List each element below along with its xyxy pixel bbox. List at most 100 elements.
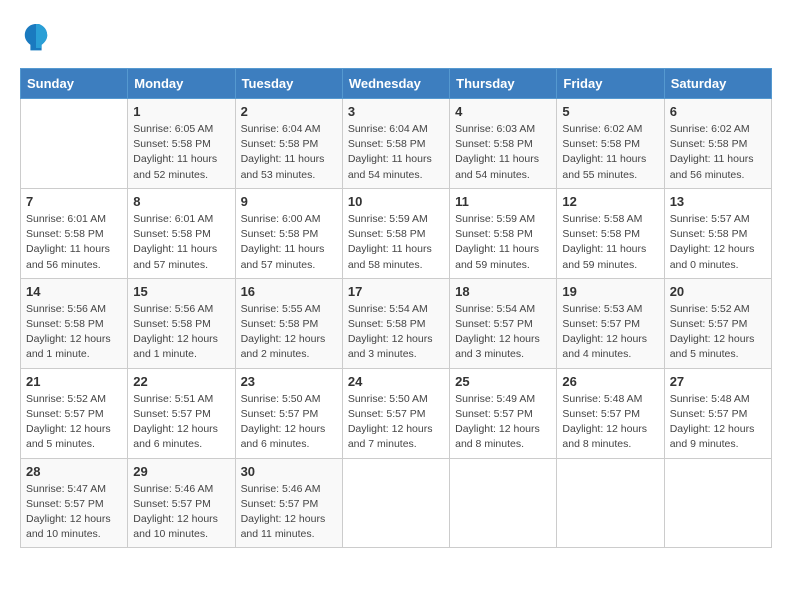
- day-info: Sunrise: 5:50 AM Sunset: 5:57 PM Dayligh…: [348, 392, 444, 453]
- day-number: 7: [26, 194, 122, 209]
- day-info: Sunrise: 6:04 AM Sunset: 5:58 PM Dayligh…: [348, 122, 444, 183]
- calendar-cell: 29 Sunrise: 5:46 AM Sunset: 5:57 PM Dayli…: [128, 458, 235, 548]
- calendar-cell: 13 Sunrise: 5:57 AM Sunset: 5:58 PM Dayli…: [664, 188, 771, 278]
- day-number: 3: [348, 104, 444, 119]
- calendar-cell: 2Sunrise: 6:04 AM Sunset: 5:58 PM Daylig…: [235, 99, 342, 189]
- calendar-week-row: 14 Sunrise: 5:56 AM Sunset: 5:58 PM Dayli…: [21, 278, 772, 368]
- day-info: Sunrise: 6:00 AM Sunset: 5:58 PM Dayligh…: [241, 212, 337, 273]
- weekday-header-monday: Monday: [128, 69, 235, 99]
- day-info: Sunrise: 5:52 AM Sunset: 5:57 PM Dayligh…: [670, 302, 766, 363]
- day-info: Sunrise: 5:54 AM Sunset: 5:58 PM Dayligh…: [348, 302, 444, 363]
- calendar-cell: 7 Sunrise: 6:01 AM Sunset: 5:58 PM Daylig…: [21, 188, 128, 278]
- day-number: 27: [670, 374, 766, 389]
- calendar-cell: 20Sunrise: 5:52 AM Sunset: 5:57 PM Dayli…: [664, 278, 771, 368]
- day-info: Sunrise: 5:47 AM Sunset: 5:57 PM Dayligh…: [26, 482, 122, 543]
- logo: [20, 20, 56, 52]
- day-info: Sunrise: 5:50 AM Sunset: 5:57 PM Dayligh…: [241, 392, 337, 453]
- weekday-header-thursday: Thursday: [450, 69, 557, 99]
- weekday-header-friday: Friday: [557, 69, 664, 99]
- day-info: Sunrise: 6:03 AM Sunset: 5:58 PM Dayligh…: [455, 122, 551, 183]
- calendar-cell: 1 Sunrise: 6:05 AM Sunset: 5:58 PM Daylig…: [128, 99, 235, 189]
- calendar-cell: [21, 99, 128, 189]
- calendar-cell: 25 Sunrise: 5:49 AM Sunset: 5:57 PM Dayli…: [450, 368, 557, 458]
- calendar-cell: 30Sunrise: 5:46 AM Sunset: 5:57 PM Dayli…: [235, 458, 342, 548]
- day-info: Sunrise: 5:46 AM Sunset: 5:57 PM Dayligh…: [133, 482, 229, 543]
- calendar-cell: 22 Sunrise: 5:51 AM Sunset: 5:57 PM Dayli…: [128, 368, 235, 458]
- day-info: Sunrise: 5:59 AM Sunset: 5:58 PM Dayligh…: [455, 212, 551, 273]
- calendar-cell: 16 Sunrise: 5:55 AM Sunset: 5:58 PM Dayli…: [235, 278, 342, 368]
- day-info: Sunrise: 5:54 AM Sunset: 5:57 PM Dayligh…: [455, 302, 551, 363]
- calendar-cell: 5Sunrise: 6:02 AM Sunset: 5:58 PM Daylig…: [557, 99, 664, 189]
- calendar-cell: 18 Sunrise: 5:54 AM Sunset: 5:57 PM Dayli…: [450, 278, 557, 368]
- calendar-cell: 6 Sunrise: 6:02 AM Sunset: 5:58 PM Daylig…: [664, 99, 771, 189]
- calendar-cell: 15 Sunrise: 5:56 AM Sunset: 5:58 PM Dayli…: [128, 278, 235, 368]
- day-number: 9: [241, 194, 337, 209]
- day-number: 29: [133, 464, 229, 479]
- day-number: 2: [241, 104, 337, 119]
- calendar-cell: 24 Sunrise: 5:50 AM Sunset: 5:57 PM Dayli…: [342, 368, 449, 458]
- calendar-week-row: 21 Sunrise: 5:52 AM Sunset: 5:57 PM Dayli…: [21, 368, 772, 458]
- calendar-cell: 4 Sunrise: 6:03 AM Sunset: 5:58 PM Daylig…: [450, 99, 557, 189]
- day-number: 14: [26, 284, 122, 299]
- calendar-table: SundayMondayTuesdayWednesdayThursdayFrid…: [20, 68, 772, 548]
- day-number: 18: [455, 284, 551, 299]
- day-info: Sunrise: 6:05 AM Sunset: 5:58 PM Dayligh…: [133, 122, 229, 183]
- calendar-cell: 21 Sunrise: 5:52 AM Sunset: 5:57 PM Dayli…: [21, 368, 128, 458]
- day-number: 6: [670, 104, 766, 119]
- calendar-cell: [342, 458, 449, 548]
- day-info: Sunrise: 5:59 AM Sunset: 5:58 PM Dayligh…: [348, 212, 444, 273]
- page-header: [20, 20, 772, 52]
- day-info: Sunrise: 5:55 AM Sunset: 5:58 PM Dayligh…: [241, 302, 337, 363]
- day-number: 26: [562, 374, 658, 389]
- weekday-header-saturday: Saturday: [664, 69, 771, 99]
- calendar-cell: 8 Sunrise: 6:01 AM Sunset: 5:58 PM Daylig…: [128, 188, 235, 278]
- day-info: Sunrise: 5:49 AM Sunset: 5:57 PM Dayligh…: [455, 392, 551, 453]
- day-number: 22: [133, 374, 229, 389]
- day-number: 1: [133, 104, 229, 119]
- day-number: 8: [133, 194, 229, 209]
- day-number: 10: [348, 194, 444, 209]
- logo-icon: [20, 20, 52, 52]
- day-number: 28: [26, 464, 122, 479]
- day-number: 13: [670, 194, 766, 209]
- day-number: 25: [455, 374, 551, 389]
- calendar-cell: 11 Sunrise: 5:59 AM Sunset: 5:58 PM Dayli…: [450, 188, 557, 278]
- day-info: Sunrise: 5:57 AM Sunset: 5:58 PM Dayligh…: [670, 212, 766, 273]
- calendar-cell: [450, 458, 557, 548]
- day-info: Sunrise: 6:02 AM Sunset: 5:58 PM Dayligh…: [670, 122, 766, 183]
- day-number: 15: [133, 284, 229, 299]
- day-number: 16: [241, 284, 337, 299]
- weekday-header-wednesday: Wednesday: [342, 69, 449, 99]
- calendar-cell: [557, 458, 664, 548]
- calendar-cell: 9 Sunrise: 6:00 AM Sunset: 5:58 PM Daylig…: [235, 188, 342, 278]
- day-number: 4: [455, 104, 551, 119]
- calendar-cell: 26 Sunrise: 5:48 AM Sunset: 5:57 PM Dayli…: [557, 368, 664, 458]
- calendar-cell: 17 Sunrise: 5:54 AM Sunset: 5:58 PM Dayli…: [342, 278, 449, 368]
- day-info: Sunrise: 5:46 AM Sunset: 5:57 PM Dayligh…: [241, 482, 337, 543]
- calendar-cell: 12 Sunrise: 5:58 AM Sunset: 5:58 PM Dayli…: [557, 188, 664, 278]
- day-number: 17: [348, 284, 444, 299]
- day-number: 23: [241, 374, 337, 389]
- day-info: Sunrise: 5:56 AM Sunset: 5:58 PM Dayligh…: [133, 302, 229, 363]
- calendar-cell: 19 Sunrise: 5:53 AM Sunset: 5:57 PM Dayli…: [557, 278, 664, 368]
- weekday-header-tuesday: Tuesday: [235, 69, 342, 99]
- day-info: Sunrise: 5:53 AM Sunset: 5:57 PM Dayligh…: [562, 302, 658, 363]
- calendar-cell: 23 Sunrise: 5:50 AM Sunset: 5:57 PM Dayli…: [235, 368, 342, 458]
- day-info: Sunrise: 6:02 AM Sunset: 5:58 PM Dayligh…: [562, 122, 658, 183]
- calendar-week-row: 1 Sunrise: 6:05 AM Sunset: 5:58 PM Daylig…: [21, 99, 772, 189]
- day-info: Sunrise: 6:01 AM Sunset: 5:58 PM Dayligh…: [26, 212, 122, 273]
- calendar-cell: 27Sunrise: 5:48 AM Sunset: 5:57 PM Dayli…: [664, 368, 771, 458]
- day-info: Sunrise: 5:51 AM Sunset: 5:57 PM Dayligh…: [133, 392, 229, 453]
- day-number: 11: [455, 194, 551, 209]
- calendar-cell: 14Sunrise: 5:56 AM Sunset: 5:58 PM Dayli…: [21, 278, 128, 368]
- day-number: 24: [348, 374, 444, 389]
- day-number: 21: [26, 374, 122, 389]
- day-number: 12: [562, 194, 658, 209]
- calendar-cell: 10 Sunrise: 5:59 AM Sunset: 5:58 PM Dayli…: [342, 188, 449, 278]
- day-info: Sunrise: 5:58 AM Sunset: 5:58 PM Dayligh…: [562, 212, 658, 273]
- day-number: 19: [562, 284, 658, 299]
- day-info: Sunrise: 5:52 AM Sunset: 5:57 PM Dayligh…: [26, 392, 122, 453]
- day-info: Sunrise: 5:48 AM Sunset: 5:57 PM Dayligh…: [562, 392, 658, 453]
- calendar-week-row: 28 Sunrise: 5:47 AM Sunset: 5:57 PM Dayli…: [21, 458, 772, 548]
- day-info: Sunrise: 6:01 AM Sunset: 5:58 PM Dayligh…: [133, 212, 229, 273]
